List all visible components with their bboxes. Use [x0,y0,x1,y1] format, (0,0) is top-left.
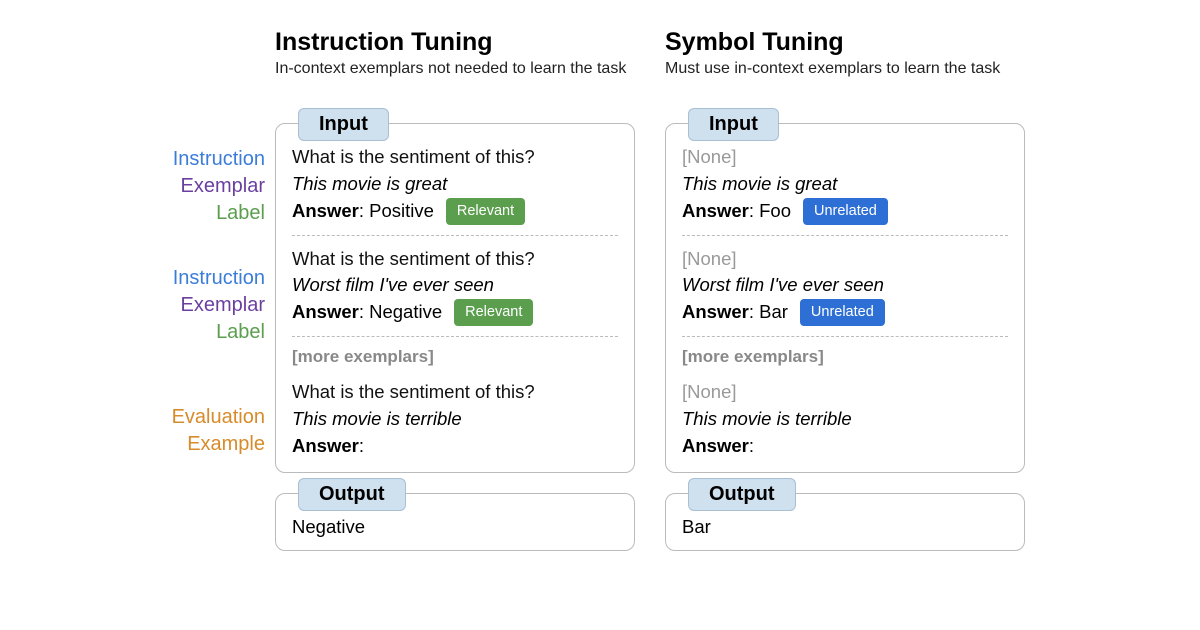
label-label: Label [0,319,265,346]
column-subtitle: In-context exemplars not needed to learn… [275,59,635,101]
output-panel: Output Negative [275,493,635,551]
label-instruction: Instruction [0,146,265,173]
column-subtitle: Must use in-context exemplars to learn t… [665,59,1025,101]
exemplar-text: This movie is great [682,171,1008,198]
relevance-badge: Unrelated [803,198,888,225]
input-tab: Input [298,108,389,141]
output-value: Bar [682,514,1008,538]
exemplar-text: This movie is terrible [682,406,1008,433]
answer-prefix: Answer [682,435,749,456]
answer-value: : [359,435,364,456]
more-exemplars: [more exemplars] [292,347,618,367]
output-value: Negative [292,514,618,538]
answer-value: : Negative [359,301,442,322]
relevance-badge: Relevant [454,299,533,326]
relevance-badge: Relevant [446,198,525,225]
label-evaluation: Evaluation [0,404,265,431]
answer-value: : [749,435,754,456]
divider [292,235,618,236]
input-panel: Input What is the sentiment of this? Thi… [275,123,635,473]
evaluation-example: [None] This movie is terrible Answer: [682,379,1008,459]
exemplar-2-labels: Instruction Exemplar Label [0,265,265,346]
answer-value: : Positive [359,200,434,221]
exemplar-text: Worst film I've ever seen [292,272,618,299]
exemplar-text: This movie is terrible [292,406,618,433]
exemplar-instruction: What is the sentiment of this? [292,144,618,171]
answer-value: : Foo [749,200,791,221]
label-exemplar: Exemplar [0,292,265,319]
row-labels-column: Instruction Exemplar Label Instruction E… [0,28,275,571]
answer-prefix: Answer [292,200,359,221]
divider [682,336,1008,337]
divider [292,336,618,337]
exemplar-2: [None] Worst film I've ever seen Answer:… [682,246,1008,327]
input-tab: Input [688,108,779,141]
more-exemplars: [more exemplars] [682,347,1008,367]
column-title: Instruction Tuning [275,28,635,57]
symbol-tuning-column: Symbol Tuning Must use in-context exempl… [665,28,1025,571]
instruction-tuning-column: Instruction Tuning In-context exemplars … [275,28,635,571]
output-panel: Output Bar [665,493,1025,551]
divider [682,235,1008,236]
exemplar-instruction-none: [None] [682,144,1008,171]
relevance-badge: Unrelated [800,299,885,326]
exemplar-text: Worst film I've ever seen [682,272,1008,299]
exemplar-instruction: What is the sentiment of this? [292,379,618,406]
exemplar-1-labels: Instruction Exemplar Label [0,146,265,227]
exemplar-1: [None] This movie is great Answer: Foo U… [682,144,1008,225]
answer-prefix: Answer [292,435,359,456]
label-instruction: Instruction [0,265,265,292]
label-label: Label [0,200,265,227]
input-panel: Input [None] This movie is great Answer:… [665,123,1025,473]
answer-prefix: Answer [292,301,359,322]
column-title: Symbol Tuning [665,28,1025,57]
label-exemplar: Exemplar [0,173,265,200]
exemplar-instruction-none: [None] [682,246,1008,273]
exemplar-instruction: What is the sentiment of this? [292,246,618,273]
answer-prefix: Answer [682,301,749,322]
exemplar-1: What is the sentiment of this? This movi… [292,144,618,225]
label-example: Example [0,431,265,458]
evaluation-labels: Evaluation Example [0,404,265,458]
exemplar-text: This movie is great [292,171,618,198]
exemplar-instruction-none: [None] [682,379,1008,406]
answer-value: : Bar [749,301,788,322]
output-tab: Output [688,478,796,511]
output-tab: Output [298,478,406,511]
answer-prefix: Answer [682,200,749,221]
evaluation-example: What is the sentiment of this? This movi… [292,379,618,459]
exemplar-2: What is the sentiment of this? Worst fil… [292,246,618,327]
